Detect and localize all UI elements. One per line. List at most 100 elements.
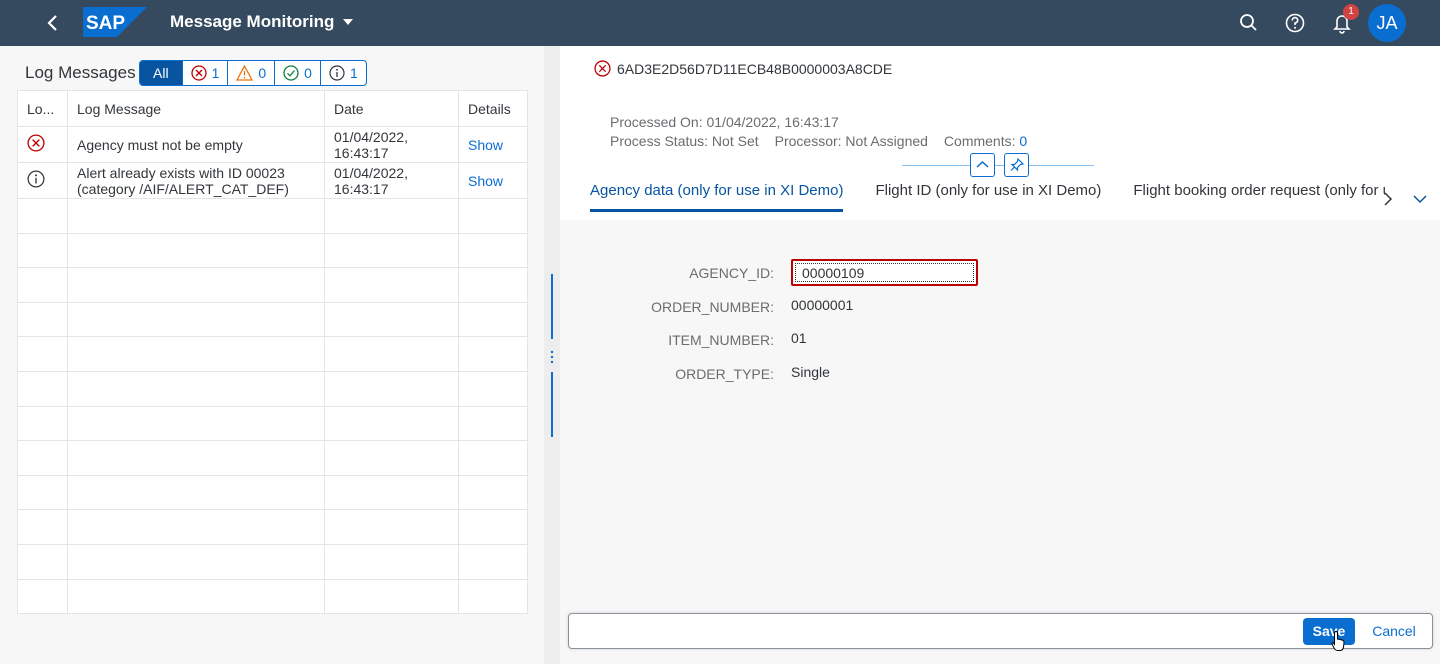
filter-all-label: All [153, 65, 169, 81]
filter-success-count: 0 [304, 65, 312, 81]
row-date: 01/04/2022, 16:43:17 [324, 162, 459, 199]
row-date-line1: 01/04/2022, [334, 164, 408, 181]
table-row-empty [17, 267, 528, 303]
filter-error-button[interactable]: 1 [181, 61, 228, 85]
show-details-link[interactable]: Show [468, 137, 503, 153]
table-header-row: Lo... Log Message Date Details [17, 90, 528, 127]
log-table: Lo... Log Message Date Details Agency mu… [17, 90, 528, 615]
table-row-empty [17, 336, 528, 372]
detail-panel: 6AD3E2D56D7D11ECB48B0000003A8CDE Process… [560, 46, 1440, 664]
filter-error-count: 1 [211, 65, 220, 81]
caret-down-icon [343, 19, 354, 25]
warning-icon [236, 65, 254, 81]
row-date-line2: 16:43:17 [334, 180, 389, 197]
row-date-line2: 16:43:17 [334, 144, 389, 161]
cancel-button[interactable]: Cancel [1364, 618, 1424, 645]
table-row-empty [17, 232, 528, 269]
form-row-agency-id: AGENCY_ID: [560, 259, 1440, 289]
panel-splitter[interactable] [544, 46, 560, 664]
order-number-value: 00000001 [791, 297, 854, 313]
message-id: 6AD3E2D56D7D11ECB48B0000003A8CDE [617, 60, 893, 77]
object-header: 6AD3E2D56D7D11ECB48B0000003A8CDE Process… [560, 46, 1440, 220]
form-row-order-type: ORDER_TYPE: Single [560, 360, 1440, 390]
table-row[interactable]: Agency must not be empty 01/04/2022, 16:4… [17, 126, 528, 163]
filter-success-button[interactable]: 0 [274, 61, 320, 85]
table-row-empty [17, 405, 528, 442]
mouse-pointer-icon [1331, 630, 1345, 651]
show-details-link[interactable]: Show [468, 173, 503, 189]
agency-id-input[interactable] [795, 263, 974, 282]
row-details-cell: Show [458, 126, 528, 163]
agency-id-field-wrapper [791, 259, 978, 286]
app-title-menu[interactable]: Message Monitoring [170, 12, 354, 32]
tab-agency-data[interactable]: Agency data (only for use in XI Demo) [590, 182, 844, 212]
order-type-label: ORDER_TYPE: [675, 366, 774, 382]
table-row-empty [17, 543, 528, 580]
user-avatar[interactable]: JA [1368, 4, 1406, 42]
col-header-details[interactable]: Details [458, 90, 528, 127]
row-message-line2: (category /AIF/ALERT_CAT_DEF) [77, 180, 289, 197]
info-icon [329, 65, 345, 81]
app-title: Message Monitoring [170, 12, 335, 31]
col-header-type[interactable]: Lo... [17, 90, 68, 127]
row-details-cell: Show [458, 162, 528, 199]
splitter-bar-top [551, 274, 553, 339]
comments: Comments: 0 [944, 133, 1027, 149]
chevron-right-icon[interactable] [1380, 191, 1396, 207]
pin-header-button[interactable] [1004, 153, 1029, 177]
back-icon[interactable] [42, 12, 64, 34]
log-messages-title: Log Messages [25, 63, 136, 82]
collapse-header-button[interactable] [970, 153, 995, 177]
splitter-bar-bottom [551, 372, 553, 437]
row-type-cell [17, 162, 68, 199]
log-panel: Log Messages All 1 0 0 1 Lo... Log Messa… [0, 46, 544, 664]
error-icon [594, 60, 611, 77]
table-row-empty [17, 509, 528, 545]
col-header-message[interactable]: Log Message [67, 90, 325, 127]
filter-info-count: 1 [349, 65, 358, 81]
filter-warning-button[interactable]: 0 [227, 61, 274, 85]
tab-flight-booking[interactable]: Flight booking order request (only for u… [1133, 182, 1385, 212]
tab-flight-id[interactable]: Flight ID (only for use in XI Demo) [875, 182, 1101, 212]
filter-info-button[interactable]: 1 [319, 61, 366, 85]
pin-icon [1010, 157, 1025, 172]
chevron-up-icon [976, 160, 989, 168]
help-icon[interactable] [1283, 11, 1307, 35]
success-icon [283, 65, 299, 81]
message-id-title: 6AD3E2D56D7D11ECB48B0000003A8CDE [594, 60, 892, 77]
comments-count-link[interactable]: 0 [1019, 133, 1027, 149]
table-row[interactable]: Alert already exists with ID 00023 (categ… [17, 162, 528, 199]
error-icon [190, 65, 207, 81]
table-row-empty [17, 474, 528, 511]
col-header-date[interactable]: Date [324, 90, 459, 127]
table-row-empty [17, 578, 528, 615]
info-icon [27, 170, 45, 188]
chevron-down-icon[interactable] [1412, 191, 1428, 207]
notification-badge: 1 [1343, 4, 1359, 20]
row-message: Alert already exists with ID 00023 (categ… [67, 162, 325, 199]
save-button[interactable]: Save [1303, 618, 1355, 645]
error-icon [27, 134, 45, 152]
form-row-order-number: ORDER_NUMBER: 00000001 [560, 293, 1440, 323]
section-tabs: Agency data (only for use in XI Demo) Fl… [590, 182, 1385, 212]
order-number-label: ORDER_NUMBER: [651, 299, 774, 315]
row-type-cell [17, 126, 68, 163]
row-date: 01/04/2022, 16:43:17 [324, 126, 459, 163]
table-row-empty [17, 370, 528, 407]
row-date-line1: 01/04/2022, [334, 128, 408, 145]
comments-label: Comments: [943, 133, 1016, 149]
footer-toolbar: Save Cancel [568, 613, 1433, 651]
search-icon[interactable] [1237, 11, 1261, 35]
process-status: Process Status: Not Set [610, 133, 759, 149]
table-row-empty [17, 198, 528, 234]
filter-all-button[interactable]: All [140, 61, 182, 85]
sap-logo[interactable]: SAP [83, 7, 147, 37]
row-message: Agency must not be empty [67, 126, 325, 163]
order-type-value: Single [791, 364, 830, 380]
log-filter-segmented: All 1 0 0 1 [139, 60, 367, 86]
item-number-label: ITEM_NUMBER: [668, 332, 774, 348]
table-row-empty [17, 440, 528, 476]
row-message-line1: Alert already exists with ID 00023 [77, 164, 285, 181]
svg-text:SAP: SAP [86, 13, 125, 34]
splitter-grip-icon[interactable] [550, 350, 554, 364]
